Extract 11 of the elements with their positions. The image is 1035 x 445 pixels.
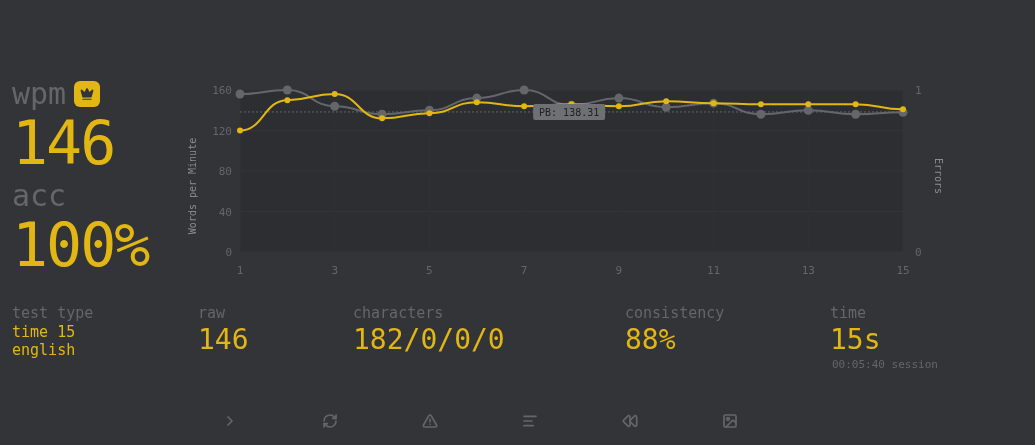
stat-value: 182/0/0/0 <box>353 322 506 358</box>
wpm-value: 146 <box>12 110 116 176</box>
stat-value: 146 <box>198 322 250 358</box>
accuracy-value: 100% <box>12 212 150 278</box>
stat-value: english <box>12 342 77 358</box>
axis-title: Words per Minute <box>187 137 198 235</box>
stat-value: 15s <box>830 322 882 358</box>
axis-title: Errors <box>933 157 944 195</box>
stat-value: time 15 <box>12 324 77 340</box>
stat-value: 88% <box>625 322 677 358</box>
ref-line-label: PB: 138.31 <box>539 106 600 118</box>
